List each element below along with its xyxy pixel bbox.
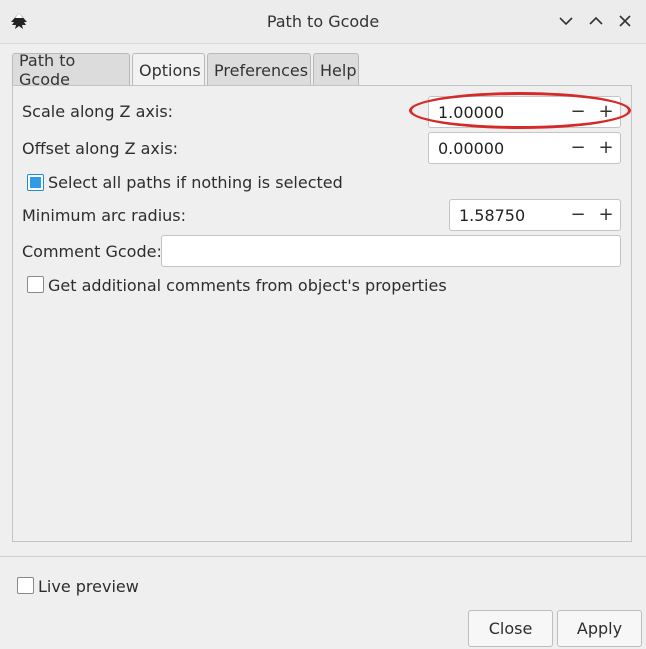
tab-path-to-gcode[interactable]: Path to Gcode [12,51,130,89]
scale-z-label: Scale along Z axis: [22,102,174,121]
offset-z-label: Offset along Z axis: [22,139,179,158]
tab-help[interactable]: Help [313,53,359,86]
scale-z-spinbutton[interactable]: 1.00000 − + [428,96,621,128]
min-arc-spinbutton[interactable]: 1.58750 − + [449,199,621,231]
chevron-down-icon [559,17,573,26]
min-arc-decrement-button[interactable]: − [568,204,588,226]
maximize-button[interactable] [585,10,607,32]
live-preview-checkbox[interactable] [17,577,34,594]
tab-bar: Path to Gcode Options Preferences Help [12,51,361,89]
min-arc-label: Minimum arc radius: [22,206,186,225]
tab-preferences[interactable]: Preferences [207,53,311,86]
scale-z-decrement-button[interactable]: − [568,101,588,123]
tab-options[interactable]: Options [132,53,205,87]
offset-z-spinbutton[interactable]: 0.00000 − + [428,132,621,164]
additional-comments-checkbox[interactable] [27,276,44,293]
offset-z-increment-button[interactable]: + [596,137,616,159]
window-title: Path to Gcode [266,12,380,31]
comment-gcode-input[interactable] [161,235,621,267]
minimize-button[interactable] [555,10,577,32]
footer-separator [0,556,646,557]
apply-button[interactable]: Apply [557,610,642,647]
chevron-up-icon [589,16,603,25]
select-all-label[interactable]: Select all paths if nothing is selected [48,173,343,192]
min-arc-value[interactable]: 1.58750 [459,206,525,225]
close-window-button[interactable] [614,10,636,32]
title-bar: Path to Gcode [0,0,646,44]
select-all-checkbox[interactable] [27,174,44,191]
live-preview-label[interactable]: Live preview [38,577,139,596]
comment-gcode-label: Comment Gcode: [22,242,162,261]
offset-z-value[interactable]: 0.00000 [438,139,504,158]
additional-comments-label[interactable]: Get additional comments from object's pr… [48,276,447,295]
scale-z-increment-button[interactable]: + [596,101,616,123]
offset-z-decrement-button[interactable]: − [568,137,588,159]
min-arc-increment-button[interactable]: + [596,204,616,226]
scale-z-value[interactable]: 1.00000 [438,103,504,122]
close-icon [619,15,631,27]
close-button[interactable]: Close [468,610,553,647]
